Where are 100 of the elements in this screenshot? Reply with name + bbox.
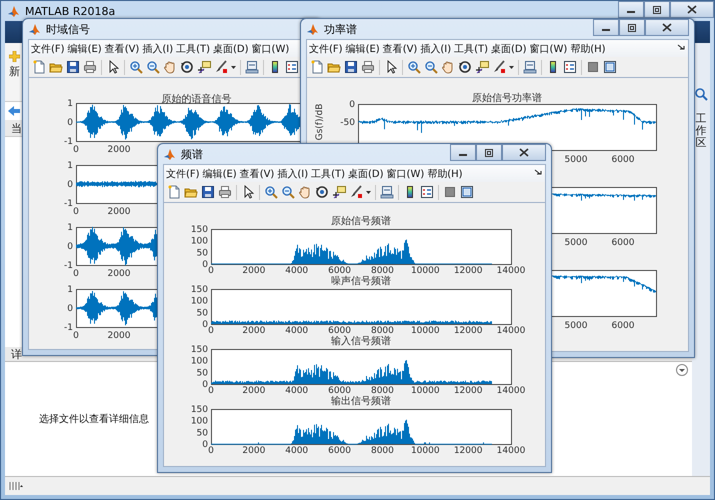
menu-item[interactable]: 窗口(W) [250, 42, 290, 56]
zoom-in-icon[interactable] [264, 185, 278, 199]
menu-item[interactable]: 文件(F) [308, 42, 344, 56]
menu-item[interactable]: 编辑(E) [202, 166, 238, 180]
menu-item[interactable]: 帮助(H) [569, 42, 607, 56]
save-icon[interactable] [66, 60, 80, 74]
legend-icon[interactable] [563, 60, 577, 74]
axis-tick-label: -1 [64, 199, 73, 209]
workspace-tab[interactable]: 工作区 [696, 113, 706, 150]
menu-item[interactable]: 文件(F) [30, 42, 66, 56]
hand-icon[interactable] [163, 60, 177, 74]
search-icon[interactable] [694, 87, 708, 101]
new-file-icon[interactable] [32, 60, 46, 74]
linked-sheets-icon[interactable] [245, 60, 259, 74]
axis-tick-label: 0 [73, 207, 79, 216]
plot-title: 原始的语音信号 [162, 94, 232, 105]
close-button[interactable] [670, 1, 714, 18]
window-icon[interactable] [603, 60, 617, 74]
menu-item[interactable]: 查看(V) [238, 166, 276, 180]
linked-sheets-icon[interactable] [523, 60, 537, 74]
menu-item[interactable]: 编辑(E) [66, 42, 103, 56]
plot-title: 输入信号频谱 [331, 336, 391, 347]
menu-item[interactable]: 插入(I) [141, 42, 174, 56]
legend-icon[interactable] [285, 60, 299, 74]
axis-tick-label: 14000 [496, 386, 526, 394]
zoom-out-icon[interactable] [424, 60, 438, 74]
axis-tick-label: 14000 [496, 266, 526, 274]
menu-item[interactable]: 桌面(D) [212, 42, 250, 56]
dock-arrow-icon[interactable] [534, 169, 542, 176]
axis-tick-label: 100 [190, 416, 208, 427]
axis-tick-label: 10000 [410, 446, 440, 454]
menu-item[interactable]: 桌面(D) [490, 42, 528, 56]
maximize-button[interactable] [644, 1, 670, 18]
axis-tick-label: -1 [64, 323, 73, 333]
save-icon[interactable] [344, 60, 358, 74]
square-icon[interactable] [443, 185, 457, 199]
minimize-button[interactable] [450, 144, 476, 161]
zoom-out-icon[interactable] [146, 60, 160, 74]
restore-icon [484, 148, 494, 156]
close-icon [662, 23, 672, 32]
axis-tick-label: 6000 [612, 238, 634, 248]
rotate-icon[interactable] [315, 185, 329, 199]
hand-icon[interactable] [441, 60, 455, 74]
data-cursor-icon[interactable] [197, 60, 211, 74]
menu-item[interactable]: 工具(T) [453, 42, 490, 56]
axis-tick-label: 6000 [328, 386, 352, 394]
print-icon[interactable] [83, 60, 97, 74]
data-cursor-icon[interactable] [332, 185, 346, 199]
axis-tick-label: 0 [67, 180, 73, 190]
menu-item[interactable]: 文件(F) [165, 166, 201, 180]
rotate-icon[interactable] [180, 60, 194, 74]
menu-item[interactable]: 工具(T) [175, 42, 212, 56]
close-button[interactable] [645, 19, 689, 36]
axis-tick-label: 6000 [612, 155, 634, 165]
menu-item[interactable]: 窗口(W) [386, 166, 426, 180]
axis-tick-label: 0 [208, 326, 214, 334]
save-icon[interactable] [201, 185, 215, 199]
collapse-icon[interactable] [676, 364, 688, 376]
menu-item[interactable]: 插入(I) [419, 42, 452, 56]
rotate-icon[interactable] [458, 60, 472, 74]
data-cursor-icon[interactable] [475, 60, 489, 74]
window-icon[interactable] [460, 185, 474, 199]
axis-tick-label: 5000 [564, 321, 588, 331]
window-title: 时域信号 [46, 22, 90, 36]
maximize-button[interactable] [476, 144, 502, 161]
axis-tick-label: 6000 [328, 326, 352, 334]
menu-item[interactable]: 编辑(E) [344, 42, 381, 56]
grip-icon[interactable] [9, 481, 23, 491]
menu-item[interactable]: 查看(V) [382, 42, 418, 56]
maximize-button[interactable] [619, 19, 645, 36]
minimize-button[interactable] [593, 19, 619, 36]
dock-arrow-icon[interactable] [677, 44, 685, 51]
print-icon[interactable] [218, 185, 232, 199]
menu-item[interactable]: 帮助(H) [426, 166, 464, 180]
brush-icon[interactable] [349, 185, 363, 199]
brush-icon[interactable] [492, 60, 506, 74]
zoom-in-icon[interactable] [407, 60, 421, 74]
new-file-icon[interactable] [310, 60, 324, 74]
print-icon[interactable] [361, 60, 375, 74]
axis-tick-label: 1 [67, 161, 73, 171]
minimize-button[interactable] [618, 1, 644, 18]
menu-item[interactable]: 桌面(D) [347, 166, 385, 180]
menu-item[interactable]: 查看(V) [104, 42, 140, 56]
zoom-out-icon[interactable] [281, 185, 295, 199]
axis-tick-label: 4000 [285, 386, 308, 394]
axis-tick-label: 0 [202, 380, 208, 390]
linked-sheets-icon[interactable] [380, 185, 394, 199]
menu-item[interactable]: 窗口(W) [528, 42, 568, 56]
back-arrow-icon[interactable] [7, 105, 21, 117]
menu-item[interactable]: 插入(I) [276, 166, 310, 180]
close-button[interactable] [502, 144, 546, 161]
square-icon[interactable] [586, 60, 600, 74]
brush-icon[interactable] [214, 60, 228, 74]
new-file-icon[interactable] [167, 185, 181, 199]
hand-icon[interactable] [298, 185, 312, 199]
zoom-in-icon[interactable] [129, 60, 143, 74]
legend-icon[interactable] [420, 185, 434, 199]
menu-item[interactable]: 工具(T) [310, 166, 346, 180]
close-icon [519, 148, 529, 157]
toolstrip-label[interactable]: 新 [9, 64, 20, 79]
